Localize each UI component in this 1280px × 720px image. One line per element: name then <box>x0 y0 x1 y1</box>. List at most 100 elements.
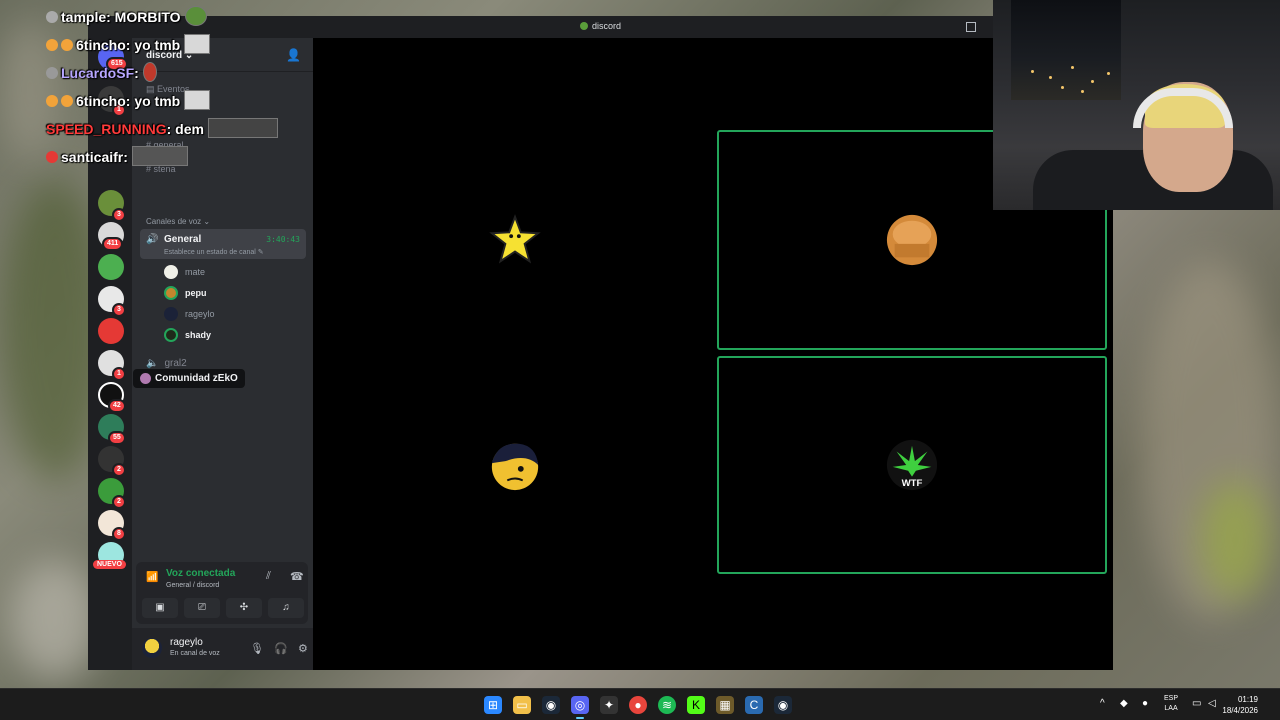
speaker-icon: 🔈 <box>146 358 159 369</box>
chat-message: santicaifr: <box>46 146 296 174</box>
user-panel: rageylo En canal de voz 🎙 🎧 ⚙ <box>132 628 313 670</box>
network-icon[interactable]: ▭ <box>1192 698 1201 709</box>
member-name: mate <box>185 267 206 277</box>
badge: 3 <box>112 208 126 222</box>
activities-button[interactable]: ✣ <box>226 598 262 618</box>
discord-logo-icon <box>579 22 588 30</box>
voice-channel-general[interactable]: 🔊 General 3:40:43 Establece un estado de… <box>140 229 306 259</box>
participant-tile-rageylo[interactable] <box>319 356 711 574</box>
server-icon[interactable] <box>98 318 124 344</box>
emote-icon <box>131 146 188 166</box>
emo-face-avatar-icon <box>488 438 542 492</box>
signal-icon[interactable]: 📶 <box>146 572 158 583</box>
badge-icon <box>46 39 58 51</box>
spotify-icon[interactable]: ≋ <box>658 696 676 714</box>
gear-icon[interactable]: ⚙ <box>298 642 308 655</box>
new-badge: NUEVO <box>93 560 126 569</box>
windows-taskbar: ⊞ ▭ ◉ ◎ ✦ ● ≋ K ▦ C ◉ ^ ◆ ● ESP LAA ▭ ◁ 0… <box>0 688 1280 720</box>
chat-text: : <box>134 65 139 81</box>
chat-text: : <box>123 149 128 165</box>
voice-status[interactable]: Voz conectada <box>166 568 235 579</box>
voice-category[interactable]: Canales de voz ⌄ <box>146 217 210 226</box>
emote-icon <box>184 90 211 110</box>
voice-connection-panel: 📶 Voz conectada General / discord ⫽ ☎ ▣ … <box>136 562 308 624</box>
microphone-tray-icon[interactable]: ● <box>1142 698 1148 709</box>
badge: 8 <box>112 527 126 541</box>
volume-icon[interactable]: ◁ <box>1208 698 1216 709</box>
badge: 42 <box>108 399 126 413</box>
discord-taskbar-icon[interactable]: ◎ <box>571 696 589 719</box>
chat-nick: santicaifr <box>61 149 124 165</box>
background-leaf <box>1200 480 1270 600</box>
avatar <box>164 286 178 300</box>
chat-message: SPEED_RUNNING: dem <box>46 118 296 146</box>
background-light <box>10 560 100 680</box>
chat-text: : dem <box>166 121 204 137</box>
badge-icon <box>46 151 58 163</box>
kick-icon[interactable]: K <box>687 696 705 714</box>
participant-tile-shady[interactable]: WTF <box>717 356 1107 574</box>
star-avatar-icon <box>488 213 542 267</box>
badge: 2 <box>112 463 126 477</box>
chat-message: 6tincho: yo tmb <box>46 90 296 118</box>
voice-channel-gral2[interactable]: 🔈 gral2 <box>146 358 187 369</box>
start-icon[interactable]: ⊞ <box>484 696 502 714</box>
chat-message: LucardoSF: <box>46 62 296 90</box>
avatar <box>164 265 178 279</box>
camera-button[interactable]: ▣ <box>142 598 178 618</box>
chevron-up-icon[interactable]: ^ <box>1100 698 1105 709</box>
inbox-icon[interactable] <box>966 22 976 32</box>
voice-timer: 3:40:43 <box>266 235 300 244</box>
chat-nick: tample <box>61 9 107 25</box>
participant-tile-mate[interactable] <box>319 130 711 350</box>
channel-status[interactable]: Establece un estado de canal ✎ <box>164 248 264 256</box>
avatar <box>164 328 178 342</box>
security-icon[interactable]: ◆ <box>1120 698 1128 709</box>
microphone-icon[interactable]: 🎙 <box>250 642 264 655</box>
chat-nick: 6tincho <box>76 37 126 53</box>
app-icon[interactable]: ✦ <box>600 696 618 714</box>
speaker-icon: 🔊 <box>146 234 159 245</box>
minecraft-icon[interactable]: ▦ <box>716 696 734 714</box>
avatar-text: WTF <box>902 478 923 489</box>
badge: 3 <box>112 303 126 317</box>
emote-icon <box>184 34 211 54</box>
avatar[interactable] <box>142 638 162 658</box>
chat-nick: LucardoSF <box>61 65 135 81</box>
steam-alt-icon[interactable]: ◉ <box>774 696 792 714</box>
chat-text: : yo tmb <box>125 93 181 109</box>
disconnect-icon[interactable]: ☎ <box>290 570 304 583</box>
server-tooltip: Comunidad zEkO <box>133 369 245 388</box>
chat-nick: SPEED_RUNNING <box>46 121 167 137</box>
member-name: shady <box>185 330 212 340</box>
badge: 1 <box>112 367 126 381</box>
clock[interactable]: 01:19 18/4/2026 <box>1222 694 1258 716</box>
chat-text: : MORBITO <box>106 9 181 25</box>
badge-icon <box>61 95 73 107</box>
city-window <box>1011 0 1121 100</box>
wtf-leaf-avatar-icon: WTF <box>885 438 939 492</box>
avatar <box>164 307 178 321</box>
badge: 411 <box>102 237 124 251</box>
emote-icon <box>207 118 278 138</box>
member-name: rageylo <box>185 309 215 319</box>
webcam-overlay <box>993 0 1280 210</box>
noise-suppression-icon[interactable]: ⫽ <box>266 570 271 583</box>
soundboard-button[interactable]: ♫ <box>268 598 304 618</box>
stream-chat-overlay: tample: MORBITO 6tincho: yo tmb LucardoS… <box>46 6 296 174</box>
user-status: En canal de voz <box>170 650 220 657</box>
steam-icon[interactable]: ◉ <box>542 696 560 714</box>
language-indicator[interactable]: ESP LAA <box>1164 694 1178 714</box>
headset-icon[interactable]: 🎧 <box>274 642 288 655</box>
chrome-icon[interactable]: ● <box>629 696 647 714</box>
muffin-avatar-icon <box>885 213 939 267</box>
badge-icon <box>46 95 58 107</box>
badge-icon <box>61 39 73 51</box>
chat-text: : yo tmb <box>125 37 181 53</box>
server-icon[interactable] <box>98 254 124 280</box>
ccleaner-icon[interactable]: C <box>745 696 763 714</box>
chat-nick: 6tincho <box>76 93 126 109</box>
file-explorer-icon[interactable]: ▭ <box>513 696 531 714</box>
screen-share-button[interactable]: ⎚ <box>184 598 220 618</box>
badge-icon <box>46 11 58 23</box>
